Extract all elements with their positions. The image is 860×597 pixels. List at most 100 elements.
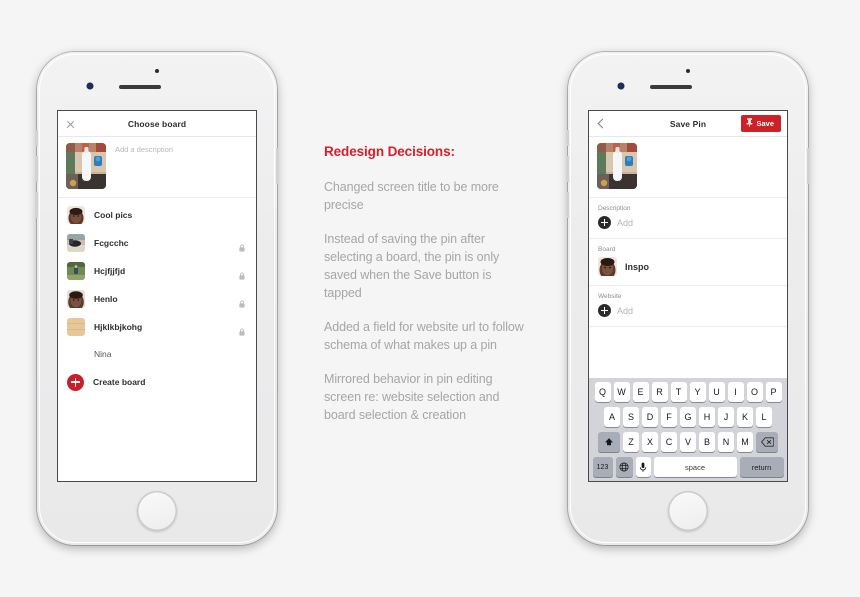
lock-icon xyxy=(239,295,245,313)
choose-board-navbar: Choose board xyxy=(58,111,256,137)
board-row-cool-pics[interactable]: Cool pics xyxy=(58,201,256,229)
description-row[interactable]: Add a description xyxy=(58,137,256,198)
create-board-button[interactable]: Create board xyxy=(58,367,256,397)
key-h[interactable]: H xyxy=(699,407,715,427)
description-field[interactable]: Description Add xyxy=(589,198,787,239)
on-screen-keyboard[interactable]: Q W E R T Y U I O P A S D F G H J K L Z … xyxy=(589,378,787,481)
board-thumbnail xyxy=(67,318,85,336)
key-a[interactable]: A xyxy=(604,407,620,427)
home-button[interactable] xyxy=(137,491,177,531)
key-z[interactable]: Z xyxy=(623,432,639,452)
save-button[interactable]: Save xyxy=(741,115,781,132)
key-w[interactable]: W xyxy=(613,382,630,402)
return-key[interactable]: return xyxy=(739,457,784,477)
board-thumbnail xyxy=(67,290,85,308)
key-l[interactable]: L xyxy=(756,407,772,427)
board-field[interactable]: Board Inspo xyxy=(589,239,787,286)
plus-circle-icon xyxy=(67,373,84,391)
key-u[interactable]: U xyxy=(708,382,725,402)
key-b[interactable]: B xyxy=(699,432,715,452)
key-q[interactable]: Q xyxy=(594,382,611,402)
backspace-icon[interactable] xyxy=(756,432,778,452)
board-thumbnail xyxy=(598,257,617,276)
key-t[interactable]: T xyxy=(670,382,687,402)
keyboard-row-1: Q W E R T Y U I O P xyxy=(591,382,785,402)
website-field[interactable]: Website Add xyxy=(589,286,787,327)
board-section-label: Nina xyxy=(94,349,112,359)
front-camera-icon xyxy=(155,69,159,73)
key-o[interactable]: O xyxy=(746,382,763,402)
plus-filled-icon xyxy=(598,216,611,229)
board-row-fcgcchc[interactable]: Fcgcchc xyxy=(58,229,256,257)
board-name: Cool pics xyxy=(94,210,133,220)
save-button-label: Save xyxy=(756,119,774,128)
globe-icon[interactable] xyxy=(615,457,633,477)
board-name: Fcgcchc xyxy=(94,238,129,248)
board-name: Hjklkbjkohg xyxy=(94,322,143,332)
note-item: Instead of saving the pin after selectin… xyxy=(324,232,500,300)
space-key[interactable]: space xyxy=(653,457,737,477)
key-y[interactable]: Y xyxy=(689,382,706,402)
right-phone-mockup: Save Pin Save Description Add Board Insp… xyxy=(566,52,810,545)
website-add-label: Add xyxy=(617,305,634,316)
board-row-henlo[interactable]: Henlo xyxy=(58,285,256,313)
left-phone-mockup: Choose board Add a description Cool pics… xyxy=(35,52,279,545)
key-j[interactable]: J xyxy=(718,407,734,427)
power-button[interactable] xyxy=(276,148,279,184)
description-add-label: Add xyxy=(617,217,634,228)
note-item: Added a field for website url to follow … xyxy=(324,320,524,352)
description-placeholder: Add a description xyxy=(115,145,173,154)
board-value-row[interactable]: Inspo xyxy=(598,257,778,276)
board-thumbnail xyxy=(67,262,85,280)
volume-up-button[interactable] xyxy=(35,156,38,182)
volume-up-button[interactable] xyxy=(566,156,569,182)
key-p[interactable]: P xyxy=(765,382,782,402)
key-s[interactable]: S xyxy=(623,407,639,427)
board-value-name: Inspo xyxy=(625,261,649,272)
volume-down-button[interactable] xyxy=(35,192,38,218)
description-add-row[interactable]: Add xyxy=(598,216,778,229)
key-e[interactable]: E xyxy=(632,382,649,402)
left-phone-screen: Choose board Add a description Cool pics… xyxy=(57,110,257,482)
description-field-label: Description xyxy=(598,205,631,212)
website-add-row[interactable]: Add xyxy=(598,304,778,317)
key-r[interactable]: R xyxy=(651,382,668,402)
microphone-icon[interactable] xyxy=(635,457,651,477)
volume-down-button[interactable] xyxy=(566,192,569,218)
earpiece-speaker-icon xyxy=(650,85,692,89)
home-button[interactable] xyxy=(668,491,708,531)
key-x[interactable]: X xyxy=(642,432,658,452)
pushpin-icon xyxy=(746,118,753,129)
key-c[interactable]: C xyxy=(661,432,677,452)
key-v[interactable]: V xyxy=(680,432,696,452)
board-row-hcjfjjfjd[interactable]: Hcjfjjfjd xyxy=(58,257,256,285)
save-pin-navbar: Save Pin Save xyxy=(589,111,787,137)
key-d[interactable]: D xyxy=(642,407,658,427)
right-phone-screen: Save Pin Save Description Add Board Insp… xyxy=(588,110,788,482)
key-i[interactable]: I xyxy=(727,382,744,402)
silent-switch[interactable] xyxy=(35,130,38,146)
power-button[interactable] xyxy=(807,148,810,184)
board-name: Hcjfjjfjd xyxy=(94,266,126,276)
front-camera-icon xyxy=(686,69,690,73)
board-list: Cool pics Fcgcchc Hcjfjjfjd Henlo Hjklkb… xyxy=(58,198,256,397)
create-board-label: Create board xyxy=(93,377,146,387)
silent-switch[interactable] xyxy=(566,130,569,146)
numbers-key[interactable]: 123 xyxy=(592,457,613,477)
close-x-icon[interactable] xyxy=(66,119,75,128)
key-f[interactable]: F xyxy=(661,407,677,427)
key-n[interactable]: N xyxy=(718,432,734,452)
key-g[interactable]: G xyxy=(680,407,696,427)
keyboard-row-3: Z X C V B N M xyxy=(591,432,785,452)
board-thumbnail xyxy=(67,206,85,224)
key-m[interactable]: M xyxy=(737,432,753,452)
board-row-hjklkbjkohg[interactable]: Hjklkbjkohg xyxy=(58,313,256,341)
key-k[interactable]: K xyxy=(737,407,753,427)
proximity-sensor-icon xyxy=(87,83,93,89)
pin-thumbnail xyxy=(597,143,637,189)
chevron-left-icon[interactable] xyxy=(598,118,605,129)
website-field-label: Website xyxy=(598,293,622,300)
keyboard-row-4: 123 space return xyxy=(591,457,785,477)
shift-up-arrow-icon[interactable] xyxy=(598,432,620,452)
note-item: Mirrored behavior in pin editing screen … xyxy=(324,372,500,422)
